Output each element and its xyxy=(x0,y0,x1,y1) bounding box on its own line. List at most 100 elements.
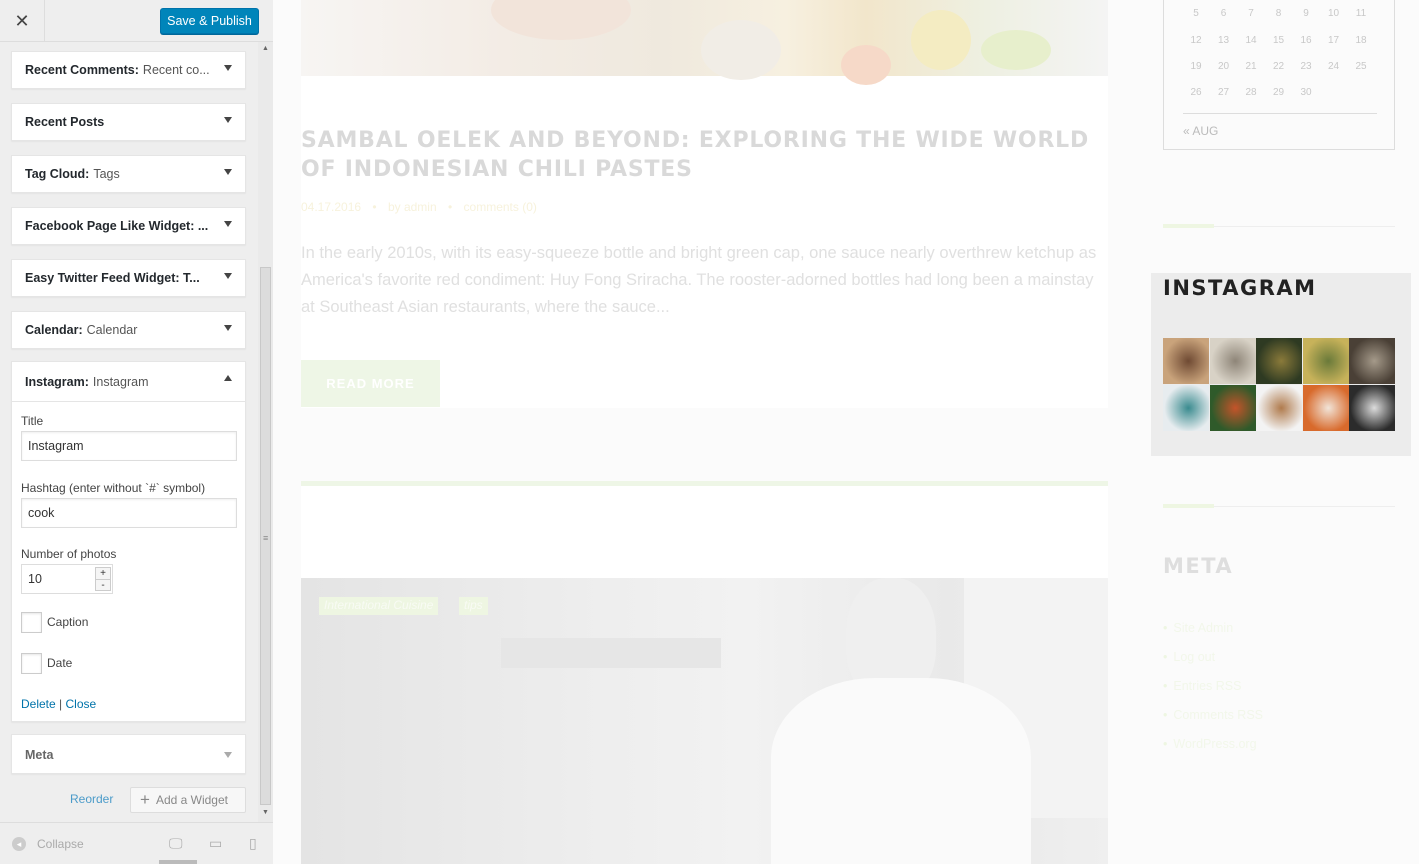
collapse-button[interactable]: Collapse xyxy=(37,837,84,851)
calendar-day: 17 xyxy=(1327,35,1340,46)
widget-title: Recent Posts xyxy=(25,115,105,129)
calendar-widget: 5 6 7 8 9 10 11 12 13 14 15 16 17 18 19 20 21 22 23 24 25 26 2… xyxy=(1163,0,1395,150)
widget-meta-header[interactable]: Meta xyxy=(12,735,245,775)
calendar-day: 23 xyxy=(1300,61,1312,72)
widget-header[interactable]: Facebook Page Like Widget: ... xyxy=(12,208,245,244)
calendar-day: 28 xyxy=(1245,87,1257,98)
expand-arrow-icon[interactable] xyxy=(224,752,232,758)
step-down-button[interactable]: - xyxy=(96,579,110,591)
calendar-day: 29 xyxy=(1272,87,1285,98)
instagram-photo[interactable] xyxy=(1349,338,1395,384)
calendar-week: 12 13 14 15 16 17 18 xyxy=(1164,35,1396,49)
calendar-day: 18 xyxy=(1355,35,1367,46)
collapse-arrow-icon[interactable] xyxy=(224,375,232,381)
post-excerpt: In the early 2010s, with its easy-squeez… xyxy=(301,244,1097,316)
post-featured-image[interactable] xyxy=(301,0,1108,85)
meta-link[interactable]: Site Admin xyxy=(1163,621,1233,635)
instagram-photo[interactable] xyxy=(1256,338,1302,384)
post-author[interactable]: by admin xyxy=(388,200,437,214)
customizer-footer: ◂ Collapse 🖵 ▭ ▯ xyxy=(0,822,273,864)
instagram-photo[interactable] xyxy=(1163,338,1209,384)
read-more-button[interactable]: READ MORE xyxy=(301,360,440,407)
meta-bullet: • xyxy=(448,200,453,214)
calendar-day: 13 xyxy=(1217,35,1230,46)
instagram-photo[interactable] xyxy=(1349,385,1395,431)
expand-arrow-icon[interactable] xyxy=(224,273,232,279)
meta-title: META xyxy=(1163,554,1234,578)
meta-link[interactable]: Log out xyxy=(1163,650,1215,664)
photos-count-stepper[interactable]: 10 + - xyxy=(21,564,113,594)
sidebar-scrollbar[interactable]: ▲ ≡ ▼ xyxy=(258,42,273,822)
scroll-down-icon[interactable]: ▼ xyxy=(262,809,269,816)
hand-shape xyxy=(491,0,631,40)
instagram-photo[interactable] xyxy=(1163,385,1209,431)
widget-header[interactable]: Recent Posts xyxy=(12,104,245,140)
meta-link[interactable]: Comments RSS xyxy=(1163,708,1263,722)
bowl-shape xyxy=(701,20,781,80)
chef-jacket xyxy=(771,678,1031,864)
meta-link[interactable]: Entries RSS xyxy=(1163,679,1241,693)
save-publish-button[interactable]: Save & Publish xyxy=(160,8,259,34)
expand-arrow-icon[interactable] xyxy=(224,65,232,71)
calendar-day: 8 xyxy=(1275,8,1282,19)
step-up-button[interactable]: + xyxy=(96,568,110,579)
widget-title: Easy Twitter Feed Widget: T... xyxy=(25,271,200,285)
add-widget-label: Add a Widget xyxy=(155,793,228,807)
expand-arrow-icon[interactable] xyxy=(224,117,232,123)
date-label: Date xyxy=(47,656,73,670)
tablet-preview-icon[interactable]: ▭ xyxy=(209,835,222,852)
close-link[interactable]: Close xyxy=(66,697,97,711)
chef-featured-image[interactable]: International Cuisine tips xyxy=(301,578,1108,864)
stepper-buttons: + - xyxy=(95,567,111,591)
instagram-photo[interactable] xyxy=(1302,338,1349,384)
calendar-day: 22 xyxy=(1272,61,1285,72)
reorder-link[interactable]: Reorder xyxy=(70,792,113,806)
scroll-up-icon[interactable]: ▲ xyxy=(262,45,269,52)
hashtag-input[interactable]: cook xyxy=(21,498,237,528)
widget-header[interactable]: Calendar: Calendar xyxy=(12,312,245,348)
add-widget-button[interactable]: + Add a Widget xyxy=(130,787,246,813)
scrollbar-thumb[interactable]: ≡ xyxy=(260,267,271,805)
caption-label: Caption xyxy=(47,615,89,629)
calendar-day: 15 xyxy=(1272,35,1285,46)
instagram-title: INSTAGRAM xyxy=(1163,276,1317,300)
widget-header[interactable]: Recent Comments: Recent co... xyxy=(12,52,245,88)
customizer-sidebar: ✕ Save & Publish Recent Comments: Recent … xyxy=(0,0,273,864)
collapse-icon[interactable]: ◂ xyxy=(12,837,26,851)
meta-link[interactable]: WordPress.org xyxy=(1163,737,1256,751)
widget-subtitle: Recent co... xyxy=(142,63,210,77)
post-tag[interactable]: International Cuisine xyxy=(319,597,439,615)
widget-header[interactable]: Easy Twitter Feed Widget: T... xyxy=(12,260,245,296)
widget-title: Meta xyxy=(25,748,54,762)
instagram-photo[interactable] xyxy=(1209,385,1256,431)
desktop-preview-icon[interactable]: 🖵 xyxy=(169,835,183,852)
post-comments[interactable]: comments (0) xyxy=(464,200,537,214)
instagram-photo-grid xyxy=(1163,338,1395,431)
expand-arrow-icon[interactable] xyxy=(224,221,232,227)
instagram-photo[interactable] xyxy=(1256,385,1302,431)
calendar-day: 26 xyxy=(1190,87,1202,98)
date-checkbox[interactable] xyxy=(21,653,42,674)
calendar-prev-link[interactable]: « AUG xyxy=(1183,124,1218,138)
widget-instagram-header[interactable]: Instagram: Instagram xyxy=(12,362,245,402)
widget-item: Easy Twitter Feed Widget: T... xyxy=(11,259,246,297)
caption-checkbox[interactable] xyxy=(21,612,42,633)
expand-arrow-icon[interactable] xyxy=(224,169,232,175)
expand-arrow-icon[interactable] xyxy=(224,325,232,331)
post-tag[interactable]: tips xyxy=(459,597,488,615)
pepper-shape xyxy=(981,30,1051,70)
lemon-shape xyxy=(911,10,971,70)
instagram-photo[interactable] xyxy=(1302,385,1349,431)
instagram-photo[interactable] xyxy=(1209,338,1256,384)
calendar-day: 7 xyxy=(1248,8,1254,19)
delete-link[interactable]: Delete xyxy=(21,697,56,711)
link-separator: | xyxy=(59,697,63,711)
widget-header[interactable]: Tag Cloud: Tags xyxy=(12,156,245,192)
calendar-day: 30 xyxy=(1300,87,1312,98)
calendar-week: 26 27 28 29 30 xyxy=(1164,87,1396,101)
post-title[interactable]: SAMBAL OELEK AND BEYOND: EXPLORING THE W… xyxy=(301,126,1101,184)
mobile-preview-icon[interactable]: ▯ xyxy=(249,835,257,852)
title-input[interactable]: Instagram xyxy=(21,431,237,461)
close-customizer-button[interactable]: ✕ xyxy=(0,0,45,42)
widget-actions: Delete | Close xyxy=(21,697,96,711)
